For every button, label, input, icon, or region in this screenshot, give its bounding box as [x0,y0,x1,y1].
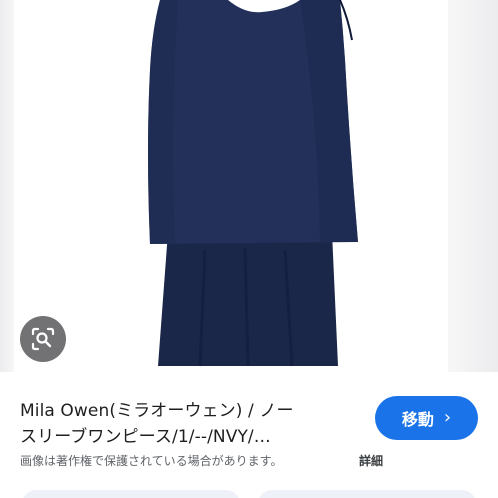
copyright-notice: 画像は著作権で保護されている場合があります。 [20,454,283,468]
lens-button[interactable] [20,316,66,362]
next-card-left[interactable] [22,490,240,498]
result-title-line-2[interactable]: スリーブワンピース/1/--/NVY/… [20,422,271,447]
product-image[interactable] [0,0,498,372]
visit-button-label: 移動 [401,410,434,429]
visit-button[interactable]: 移動 › [375,396,478,440]
chevron-right-icon: › [443,407,452,428]
result-title-line-1[interactable]: Mila Owen(ミラオーウェン) / ノー [20,396,294,421]
navy-dress-illustration [148,0,358,367]
result-info-panel: Mila Owen(ミラオーウェン) / ノー スリーブワンピース/1/--/N… [0,372,498,498]
details-link[interactable]: 詳細 [359,452,383,469]
next-card-right[interactable] [258,490,476,498]
lens-search-icon [31,327,55,351]
